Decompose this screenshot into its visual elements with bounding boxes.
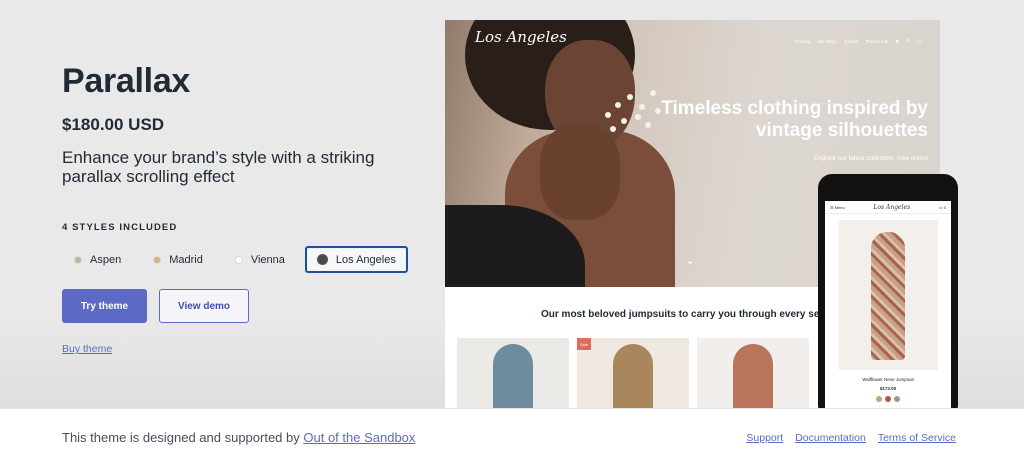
store-logo: Los Angeles [475,28,567,46]
sale-badge: Sale [577,338,591,350]
theme-description: Enhance your brand’s style with a striki… [62,148,375,186]
style-option-label: Vienna [250,253,285,266]
mobile-logo: Los Angeles [873,203,911,211]
swatch[interactable] [894,396,900,402]
style-swatch-aspen [74,255,82,264]
jumpsuit-figure [871,232,905,360]
footer-links: Support Documentation Terms of Service [746,432,956,444]
footer-credit-text: This theme is designed and supported by [62,430,304,445]
theme-price: $180.00 USD [62,115,165,134]
style-option-aspen[interactable]: Aspen [62,246,133,273]
product-image [613,344,653,408]
cart-icon[interactable]: ▭ [916,38,922,45]
product-card [697,338,809,408]
desktop-nav: Catalog Our Story Journal Theme Info ● ⌕… [795,38,922,45]
mobile-header: ☰ Menu Los Angeles ▭ 0 [825,201,951,214]
footer-credit: This theme is designed and supported by … [62,430,415,445]
view-demo-button[interactable]: View demo [159,289,249,324]
mobile-color-swatches [825,396,951,402]
search-icon[interactable]: ⌕ [906,38,909,45]
desktop-subheadline: Explore our latest collection, now onlin… [813,155,928,162]
style-swatch-vienna [234,255,243,264]
theme-hero: Parallax $180.00 USD Enhance your brand’… [0,0,1024,408]
swatch[interactable] [876,396,882,402]
nav-item-theme-info[interactable]: Theme Info [866,39,889,44]
style-selector: Aspen Madrid Vienna Los Angeles [62,246,422,274]
buy-theme-link[interactable]: Buy theme [62,343,112,355]
product-image [493,344,533,408]
support-link[interactable]: Support [746,432,783,444]
mobile-product-image [839,220,938,370]
desktop-headline: Timeless clothing inspired by vintage si… [661,98,928,142]
mobile-product-price: $172.00 [879,386,897,391]
page-title: Parallax [62,62,191,100]
style-swatch-los-angeles [316,254,328,266]
desktop-section-title: Our most beloved jumpsuits to carry you … [541,309,820,320]
mobile-menu-label: Menu [834,204,845,210]
account-icon[interactable]: ● [895,39,899,45]
style-option-madrid[interactable]: Madrid [141,246,215,273]
chevron-down-icon: ⌄ [685,253,696,267]
style-swatch-madrid [153,255,162,264]
product-card: Sale [577,338,689,408]
styles-heading: 4 STYLES INCLUDED [62,222,178,234]
action-buttons: Try theme View demo [62,289,422,324]
nav-item-catalog[interactable]: Catalog [795,39,811,44]
documentation-link[interactable]: Documentation [795,432,866,444]
style-option-label: Madrid [169,253,203,266]
nav-item-our-story[interactable]: Our Story [818,39,837,44]
terms-of-service-link[interactable]: Terms of Service [878,432,956,444]
mobile-menu-button[interactable]: ☰ Menu [830,205,845,210]
mobile-cart-icon[interactable]: ▭ 0 [939,205,946,210]
product-image [733,344,773,408]
page-footer: This theme is designed and supported by … [0,408,1024,466]
style-option-los-angeles[interactable]: Los Angeles [304,246,408,274]
desktop-product-grid: Sale [457,338,809,408]
style-option-label: Aspen [90,253,122,266]
author-link[interactable]: Out of the Sandbox [303,430,415,445]
style-option-label: Los Angeles [335,253,396,266]
mobile-preview: ☰ Menu Los Angeles ▭ 0 Wallflower Neve J… [818,174,958,408]
style-option-vienna[interactable]: Vienna [223,246,297,273]
mobile-product-name: Wallflower Neve Jumpsuit [862,377,914,382]
nav-item-journal[interactable]: Journal [844,39,859,44]
theme-info: Parallax $180.00 USD Enhance your brand’… [62,62,422,357]
try-theme-button[interactable]: Try theme [62,289,147,324]
mobile-screen: ☰ Menu Los Angeles ▭ 0 Wallflower Neve J… [825,201,951,408]
swatch[interactable] [885,396,891,402]
product-card [457,338,569,408]
